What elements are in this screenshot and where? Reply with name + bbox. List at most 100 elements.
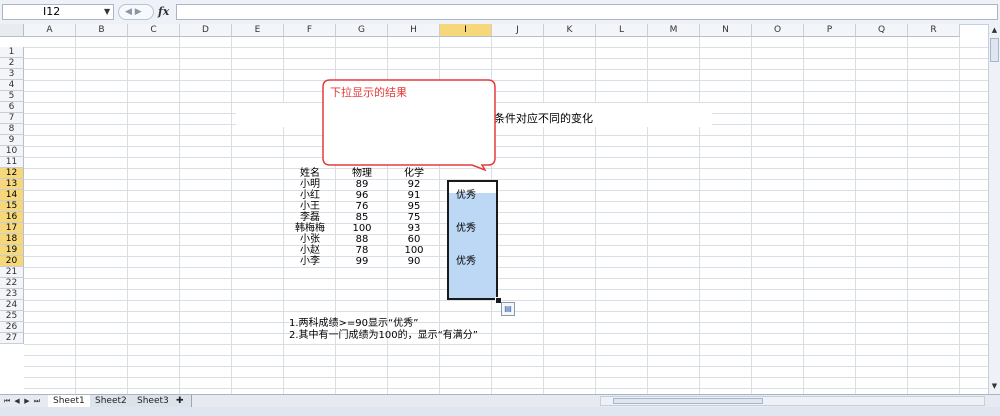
- row-header-19[interactable]: 19: [0, 245, 24, 256]
- table-cell-physics[interactable]: 78: [336, 245, 388, 256]
- table-cell-physics[interactable]: 88: [336, 234, 388, 245]
- table-cell-physics[interactable]: 100: [336, 223, 388, 234]
- column-header-A[interactable]: A: [24, 24, 76, 37]
- column-header-G[interactable]: G: [336, 24, 388, 37]
- column-header-H[interactable]: H: [388, 24, 440, 37]
- table-cell-physics[interactable]: 89: [336, 179, 388, 190]
- column-header-I[interactable]: I: [440, 24, 492, 37]
- first-sheet-icon[interactable]: ⏮: [2, 395, 12, 407]
- row-header-17[interactable]: 17: [0, 223, 24, 234]
- formula-input[interactable]: [176, 4, 998, 20]
- row-header-4[interactable]: 4: [0, 80, 24, 91]
- row-header-24[interactable]: 24: [0, 300, 24, 311]
- row-header-18[interactable]: 18: [0, 234, 24, 245]
- row-header-5[interactable]: 5: [0, 91, 24, 102]
- callout-text: 下拉显示的结果: [330, 86, 407, 99]
- column-header-D[interactable]: D: [180, 24, 232, 37]
- name-box[interactable]: I12: [2, 4, 114, 20]
- row-header-22[interactable]: 22: [0, 278, 24, 289]
- table-cell-chemistry[interactable]: 75: [388, 212, 440, 223]
- column-header-O[interactable]: O: [752, 24, 804, 37]
- prev-sheet-icon[interactable]: ◀: [12, 395, 22, 407]
- row-header-11[interactable]: 11: [0, 157, 24, 168]
- caption-text: 条件对应不同的变化: [494, 112, 593, 125]
- table-cell-physics[interactable]: 85: [336, 212, 388, 223]
- table-cell-chemistry[interactable]: 93: [388, 223, 440, 234]
- column-header-P[interactable]: P: [804, 24, 856, 37]
- collapse-icon[interactable]: ◀ ▶: [118, 4, 154, 20]
- row-header-27[interactable]: 27: [0, 333, 24, 344]
- note-line-2: 2.其中有一门成绩为100的，显示“有满分”: [289, 330, 478, 341]
- row-header-14[interactable]: 14: [0, 190, 24, 201]
- column-header-K[interactable]: K: [544, 24, 596, 37]
- column-header-J[interactable]: J: [492, 24, 544, 37]
- row-header-8[interactable]: 8: [0, 124, 24, 135]
- row-header-6[interactable]: 6: [0, 102, 24, 113]
- table-cell-chemistry[interactable]: 60: [388, 234, 440, 245]
- table-cell-physics[interactable]: 96: [336, 190, 388, 201]
- cell-area[interactable]: [24, 37, 988, 394]
- autofill-options-icon[interactable]: ▤: [501, 302, 515, 316]
- row-header-10[interactable]: 10: [0, 146, 24, 157]
- column-header-C[interactable]: C: [128, 24, 180, 37]
- row-header-9[interactable]: 9: [0, 135, 24, 146]
- select-all-corner[interactable]: [0, 24, 24, 37]
- table-cell-name[interactable]: 小红: [284, 190, 336, 201]
- insert-function-button[interactable]: fx: [158, 4, 174, 20]
- row-header-26[interactable]: 26: [0, 322, 24, 333]
- row-header-20[interactable]: 20: [0, 256, 24, 267]
- scroll-up-icon[interactable]: ▲: [990, 26, 999, 36]
- row-header-7[interactable]: 7: [0, 113, 24, 124]
- table-cell-physics[interactable]: 99: [336, 256, 388, 267]
- status-bar: [0, 407, 1000, 416]
- row-header-16[interactable]: 16: [0, 212, 24, 223]
- row-header-1[interactable]: 1: [0, 47, 24, 58]
- row-header-25[interactable]: 25: [0, 311, 24, 322]
- chevron-down-icon[interactable]: ▼: [104, 4, 114, 20]
- table-cell-name[interactable]: 小赵: [284, 245, 336, 256]
- table-cell-chemistry[interactable]: 100: [388, 245, 440, 256]
- column-header-E[interactable]: E: [232, 24, 284, 37]
- row-header-21[interactable]: 21: [0, 267, 24, 278]
- row-header-3[interactable]: 3: [0, 69, 24, 80]
- table-cell-result[interactable]: 优秀: [440, 256, 492, 267]
- column-header-B[interactable]: B: [76, 24, 128, 37]
- table-cell-physics[interactable]: 76: [336, 201, 388, 212]
- sheet-tab-2[interactable]: Sheet2: [90, 395, 133, 407]
- scroll-down-icon[interactable]: ▼: [990, 382, 999, 392]
- column-header-N[interactable]: N: [700, 24, 752, 37]
- hscroll-thumb[interactable]: [613, 398, 763, 404]
- row-header-12[interactable]: 12: [0, 168, 24, 179]
- row-header-15[interactable]: 15: [0, 201, 24, 212]
- table-cell-name[interactable]: 小明: [284, 179, 336, 190]
- table-cell-chemistry[interactable]: 91: [388, 190, 440, 201]
- vertical-scrollbar[interactable]: ▲ ▼: [988, 24, 1000, 394]
- column-header-M[interactable]: M: [648, 24, 700, 37]
- table-cell-name[interactable]: 韩梅梅: [284, 223, 336, 234]
- sheet-tab-3[interactable]: Sheet3: [132, 395, 175, 407]
- table-cell-name[interactable]: 小张: [284, 234, 336, 245]
- row-header-23[interactable]: 23: [0, 289, 24, 300]
- column-header-Q[interactable]: Q: [856, 24, 908, 37]
- table-cell-result[interactable]: 优秀: [440, 223, 492, 234]
- row-header-13[interactable]: 13: [0, 179, 24, 190]
- table-cell-name[interactable]: 李磊: [284, 212, 336, 223]
- table-cell-chemistry[interactable]: 95: [388, 201, 440, 212]
- sheet-tab-1[interactable]: Sheet1: [48, 395, 91, 407]
- column-header-R[interactable]: R: [908, 24, 960, 37]
- column-header-L[interactable]: L: [596, 24, 648, 37]
- table-cell-name[interactable]: 小王: [284, 201, 336, 212]
- row-header-2[interactable]: 2: [0, 58, 24, 69]
- table-cell-chemistry[interactable]: 90: [388, 256, 440, 267]
- column-header-F[interactable]: F: [284, 24, 336, 37]
- formula-bar: I12 ▼ ◀ ▶ fx: [0, 0, 1000, 25]
- last-sheet-icon[interactable]: ⏭: [32, 395, 42, 407]
- insert-sheet-icon[interactable]: ✚: [174, 395, 192, 407]
- next-sheet-icon[interactable]: ▶: [22, 395, 32, 407]
- horizontal-scrollbar[interactable]: [600, 396, 985, 406]
- table-cell-result[interactable]: 优秀: [440, 190, 492, 201]
- table-cell-name[interactable]: 小李: [284, 256, 336, 267]
- table-cell-chemistry[interactable]: 92: [388, 179, 440, 190]
- worksheet-grid: ABCDEFGHIJKLMNOPQR 1 2 3 4 5 6 7 8 9 10 11 12 13 14 15…: [0, 24, 988, 394]
- scroll-thumb[interactable]: [990, 38, 999, 62]
